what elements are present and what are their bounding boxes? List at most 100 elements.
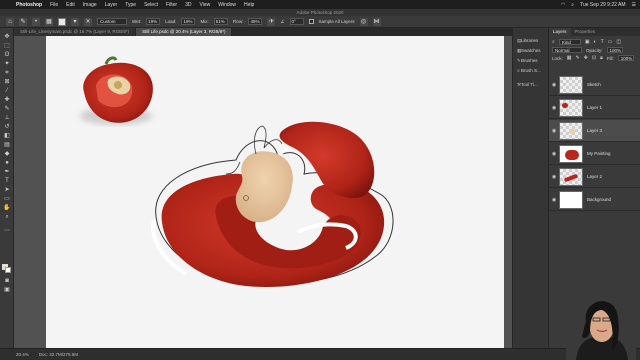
menu-layer[interactable]: Layer bbox=[105, 2, 118, 8]
brushes-panel-button[interactable]: ✎Brushes bbox=[515, 56, 547, 65]
background-color-swatch[interactable] bbox=[5, 267, 11, 273]
document-size[interactable]: Doc: 32.7M/279.5M bbox=[39, 352, 78, 357]
zoom-level[interactable]: 20.4% bbox=[16, 352, 29, 357]
frame-tool-icon[interactable]: ⊠ bbox=[3, 79, 11, 86]
visibility-eye-icon[interactable]: ◉ bbox=[549, 197, 559, 203]
lock-pixels-icon[interactable]: ▦ bbox=[567, 55, 572, 61]
load-brush-icon[interactable]: ▾ bbox=[71, 17, 79, 26]
quick-select-tool-icon[interactable]: ✦ bbox=[3, 61, 11, 68]
gradient-tool-icon[interactable]: ▤ bbox=[3, 142, 11, 149]
visibility-eye-icon[interactable]: ◉ bbox=[549, 128, 559, 134]
symmetry-icon[interactable]: ⋈ bbox=[372, 17, 381, 26]
wifi-icon[interactable]: ◠ bbox=[561, 2, 565, 8]
menu-list-icon[interactable]: ☰ bbox=[632, 2, 636, 8]
sample-all-layers-checkbox[interactable] bbox=[308, 19, 314, 24]
visibility-eye-icon[interactable]: ◉ bbox=[549, 151, 559, 157]
menu-window[interactable]: Window bbox=[218, 2, 236, 8]
menu-image[interactable]: Image bbox=[83, 2, 97, 8]
clock[interactable]: Tue Sep 29 9:22 AM bbox=[580, 2, 625, 8]
brush-settings-panel-button[interactable]: ≡Brush S... bbox=[515, 66, 547, 75]
wet-input[interactable]: 19% bbox=[146, 18, 161, 25]
blend-mode-select[interactable]: Normal bbox=[552, 47, 582, 53]
move-tool-icon[interactable]: ✥ bbox=[3, 34, 11, 41]
eyedropper-tool-icon[interactable]: ⁄ bbox=[3, 88, 11, 95]
more-tools-icon[interactable]: ⋯ bbox=[3, 228, 11, 235]
angle-input[interactable]: 0° bbox=[289, 18, 304, 25]
document-tabs: Still-Life_Linesymam.psdc @ 16.7% (Layer… bbox=[14, 28, 512, 36]
blur-tool-icon[interactable]: ◆ bbox=[3, 151, 11, 158]
fill-input[interactable]: 100% bbox=[617, 55, 634, 61]
lock-move-icon[interactable]: ✥ bbox=[584, 55, 588, 61]
menu-type[interactable]: Type bbox=[125, 2, 136, 8]
window-title: Adobe Photoshop 2020 bbox=[0, 9, 640, 16]
hand-tool-icon[interactable]: ✋ bbox=[3, 205, 11, 212]
load-input[interactable]: 19% bbox=[181, 18, 196, 25]
history-brush-tool-icon[interactable]: ↺ bbox=[3, 124, 11, 131]
clean-brush-icon[interactable]: ✕ bbox=[84, 17, 92, 26]
crop-tool-icon[interactable]: ⌗ bbox=[3, 70, 11, 77]
filter-smart-icon[interactable]: ◫ bbox=[616, 39, 621, 45]
tab-layers[interactable]: Layers bbox=[549, 28, 571, 36]
filter-kind-select[interactable]: Kind bbox=[558, 39, 581, 45]
marquee-tool-icon[interactable]: ⬚ bbox=[3, 43, 11, 50]
dodge-tool-icon[interactable]: ● bbox=[3, 160, 11, 167]
filter-adjust-icon[interactable]: ◐ bbox=[594, 39, 597, 45]
layer-row-my-painting[interactable]: ◉ My Painting bbox=[549, 143, 640, 165]
visibility-eye-icon[interactable]: ◉ bbox=[549, 82, 559, 88]
lock-all-icon[interactable]: 🔒︎ bbox=[600, 55, 603, 61]
menu-select[interactable]: Select bbox=[144, 2, 158, 8]
screen-mode-icon[interactable]: ▣ bbox=[3, 287, 11, 294]
layer-row-layer-1[interactable]: ◉ Layer 1 bbox=[549, 97, 640, 119]
lock-artboard-icon[interactable]: ⊡ bbox=[592, 55, 596, 61]
tab-properties[interactable]: Properties bbox=[571, 28, 600, 36]
layer-row-sketch[interactable]: ◉ Sketch bbox=[549, 74, 640, 96]
healing-brush-tool-icon[interactable]: ✚ bbox=[3, 97, 11, 104]
load-color-swatch[interactable] bbox=[58, 17, 66, 26]
type-tool-icon[interactable]: T bbox=[3, 178, 11, 185]
visibility-eye-icon[interactable]: ◉ bbox=[549, 105, 559, 111]
quick-mask-icon[interactable]: ◙ bbox=[3, 278, 11, 285]
document-tab[interactable]: Still-Life_Linesymam.psdc @ 16.7% (Layer… bbox=[14, 28, 137, 36]
menu-file[interactable]: File bbox=[50, 2, 58, 8]
brush-tool-icon[interactable]: ✎ bbox=[3, 106, 11, 113]
document-canvas[interactable] bbox=[46, 36, 504, 348]
eraser-tool-icon[interactable]: ◧ bbox=[3, 133, 11, 140]
swatches-panel-button[interactable]: ▦Swatches bbox=[515, 46, 547, 55]
brush-panel-icon[interactable]: ▦ bbox=[45, 17, 53, 26]
visibility-eye-icon[interactable]: ◉ bbox=[549, 174, 559, 180]
menu-edit[interactable]: Edit bbox=[66, 2, 75, 8]
mixer-brush-tool-icon[interactable]: ✎ bbox=[19, 17, 27, 26]
layer-row-background[interactable]: ◉ Background bbox=[549, 189, 640, 211]
tool-presets-panel-button[interactable]: ⚒Tool Ti... bbox=[515, 80, 547, 89]
document-tab-active[interactable]: Still Life.psdc @ 20.4% (Layer 3, RGB/8*… bbox=[136, 28, 233, 36]
menu-help[interactable]: Help bbox=[244, 2, 254, 8]
opacity-input[interactable]: 100% bbox=[606, 47, 623, 53]
clone-stamp-tool-icon[interactable]: ⊥ bbox=[3, 115, 11, 122]
mix-input[interactable]: 51% bbox=[213, 18, 228, 25]
rectangle-tool-icon[interactable]: ▭ bbox=[3, 196, 11, 203]
search-icon[interactable]: ⌕ bbox=[571, 2, 574, 8]
menu-view[interactable]: View bbox=[200, 2, 211, 8]
menu-filter[interactable]: Filter bbox=[166, 2, 177, 8]
home-icon[interactable]: ⌂ bbox=[6, 17, 14, 26]
canvas-area[interactable] bbox=[14, 36, 512, 348]
pen-tool-icon[interactable]: ✒ bbox=[3, 169, 11, 176]
menu-3d[interactable]: 3D bbox=[185, 2, 191, 8]
app-menu[interactable]: Photoshop bbox=[16, 2, 42, 8]
pressure-icon[interactable]: ◎ bbox=[359, 17, 368, 26]
layer-row-layer-2[interactable]: ◉ Layer 2 bbox=[549, 166, 640, 188]
layer-row-layer-3[interactable]: ◉ Layer 3 bbox=[549, 120, 640, 142]
lasso-tool-icon[interactable]: ʘ bbox=[3, 52, 11, 59]
path-select-tool-icon[interactable]: ➤ bbox=[3, 187, 11, 194]
brush-preset-icon[interactable]: • bbox=[32, 17, 40, 26]
filter-type-icon[interactable]: T bbox=[601, 39, 604, 45]
blend-preset-select[interactable]: Custom bbox=[97, 18, 127, 25]
filter-pixel-icon[interactable]: ▣ bbox=[585, 39, 590, 45]
apple-icon[interactable] bbox=[4, 1, 10, 8]
zoom-tool-icon[interactable]: ⌕ bbox=[3, 214, 11, 221]
filter-shape-icon[interactable]: ▭ bbox=[608, 39, 613, 45]
airbrush-icon[interactable]: ✈ bbox=[267, 17, 276, 26]
lock-paint-icon[interactable]: ✎ bbox=[576, 55, 580, 61]
libraries-panel-button[interactable]: ▤Libraries bbox=[515, 36, 547, 45]
flow-input[interactable]: 45% bbox=[248, 18, 263, 25]
